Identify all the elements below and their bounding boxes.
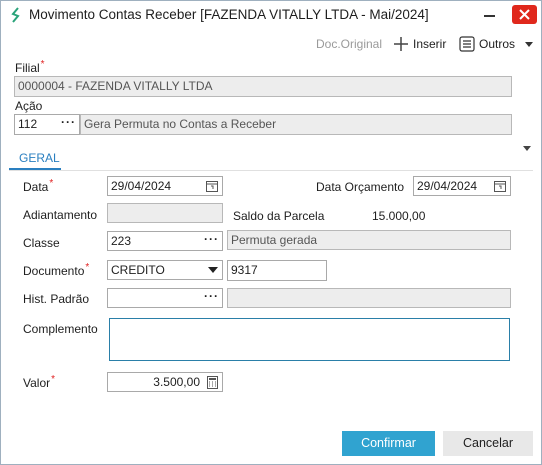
cancelar-button[interactable]: Cancelar — [443, 431, 533, 456]
saldo-parcela-value: 15.000,00 — [372, 209, 426, 223]
complemento-label: Complemento — [23, 322, 98, 336]
minimize-button[interactable] — [475, 2, 505, 28]
required-marker: * — [51, 374, 56, 385]
hist-padrao-code-input[interactable]: ··· — [107, 288, 223, 308]
data-orcamento-value: 29/04/2024 — [417, 179, 478, 193]
outros-menu-button[interactable]: Outros — [459, 35, 535, 53]
inserir-button[interactable]: Inserir — [393, 35, 457, 53]
outros-label: Outros — [479, 37, 516, 51]
title-bar[interactable]: Movimento Contas Receber [FAZENDA VITALL… — [1, 1, 541, 29]
classe-lookup-icon[interactable]: ··· — [204, 232, 219, 246]
acao-code-value: 112 — [18, 117, 38, 131]
acao-label: Ação — [15, 99, 43, 113]
close-icon — [512, 5, 537, 24]
documento-select[interactable]: CREDITO — [107, 260, 223, 280]
complemento-textarea[interactable] — [109, 318, 510, 361]
acao-lookup-icon[interactable]: ··· — [61, 115, 76, 129]
tab-divider — [9, 170, 533, 171]
doc-original-button[interactable]: Doc.Original — [316, 37, 382, 51]
filial-field[interactable]: 0000004 - FAZENDA VITALLY LTDA — [14, 76, 512, 97]
saldo-parcela-label: Saldo da Parcela — [233, 209, 325, 223]
app-logo-icon — [11, 7, 20, 23]
required-marker: * — [85, 262, 90, 273]
calendar-icon[interactable] — [206, 180, 218, 192]
list-icon — [459, 36, 475, 52]
valor-input[interactable]: 3.500,00 — [107, 372, 223, 392]
inserir-label: Inserir — [413, 37, 447, 51]
documento-selected-value: CREDITO — [111, 263, 165, 277]
hist-padrao-lookup-icon[interactable]: ··· — [204, 289, 219, 303]
acao-description-field: Gera Permuta no Contas a Receber — [80, 114, 512, 135]
data-orcamento-input[interactable]: 29/04/2024 — [413, 176, 511, 196]
data-date-input[interactable]: 29/04/2024 — [107, 176, 223, 196]
close-button[interactable] — [506, 2, 542, 28]
required-marker: * — [40, 59, 45, 70]
dropdown-arrow-icon[interactable] — [208, 267, 218, 273]
classe-code-input[interactable]: 223 ··· — [107, 231, 223, 251]
documento-label: Documento* — [23, 262, 90, 278]
confirmar-button[interactable]: Confirmar — [342, 431, 435, 456]
required-marker: * — [49, 178, 54, 189]
data-orcamento-label: Data Orçamento — [316, 180, 405, 194]
filial-label: Filial* — [15, 59, 45, 75]
data-date-value: 29/04/2024 — [111, 179, 172, 193]
window-title: Movimento Contas Receber [FAZENDA VITALL… — [29, 7, 429, 22]
valor-value: 3.500,00 — [153, 375, 200, 389]
documento-number-input[interactable]: 9317 — [227, 260, 327, 281]
hist-padrao-label: Hist. Padrão — [23, 292, 90, 306]
adiantamento-field — [107, 203, 223, 223]
tab-geral[interactable]: GERAL — [9, 148, 61, 168]
adiantamento-label: Adiantamento — [23, 208, 98, 222]
collapse-arrow-icon[interactable] — [523, 146, 531, 151]
classe-label: Classe — [23, 236, 60, 250]
chevron-down-icon — [525, 42, 533, 47]
plus-icon — [394, 37, 408, 51]
hist-padrao-description-field — [227, 288, 511, 308]
classe-code-value: 223 — [111, 234, 132, 248]
classe-description-field: Permuta gerada — [227, 230, 511, 250]
acao-code-input[interactable]: 112 ··· — [14, 114, 80, 135]
valor-label: Valor* — [23, 374, 56, 390]
calendar-icon[interactable] — [494, 180, 506, 192]
calculator-icon[interactable] — [207, 376, 218, 389]
tab-geral-label: GERAL — [19, 151, 60, 165]
data-label: Data* — [23, 178, 54, 194]
minimize-icon — [484, 15, 495, 17]
